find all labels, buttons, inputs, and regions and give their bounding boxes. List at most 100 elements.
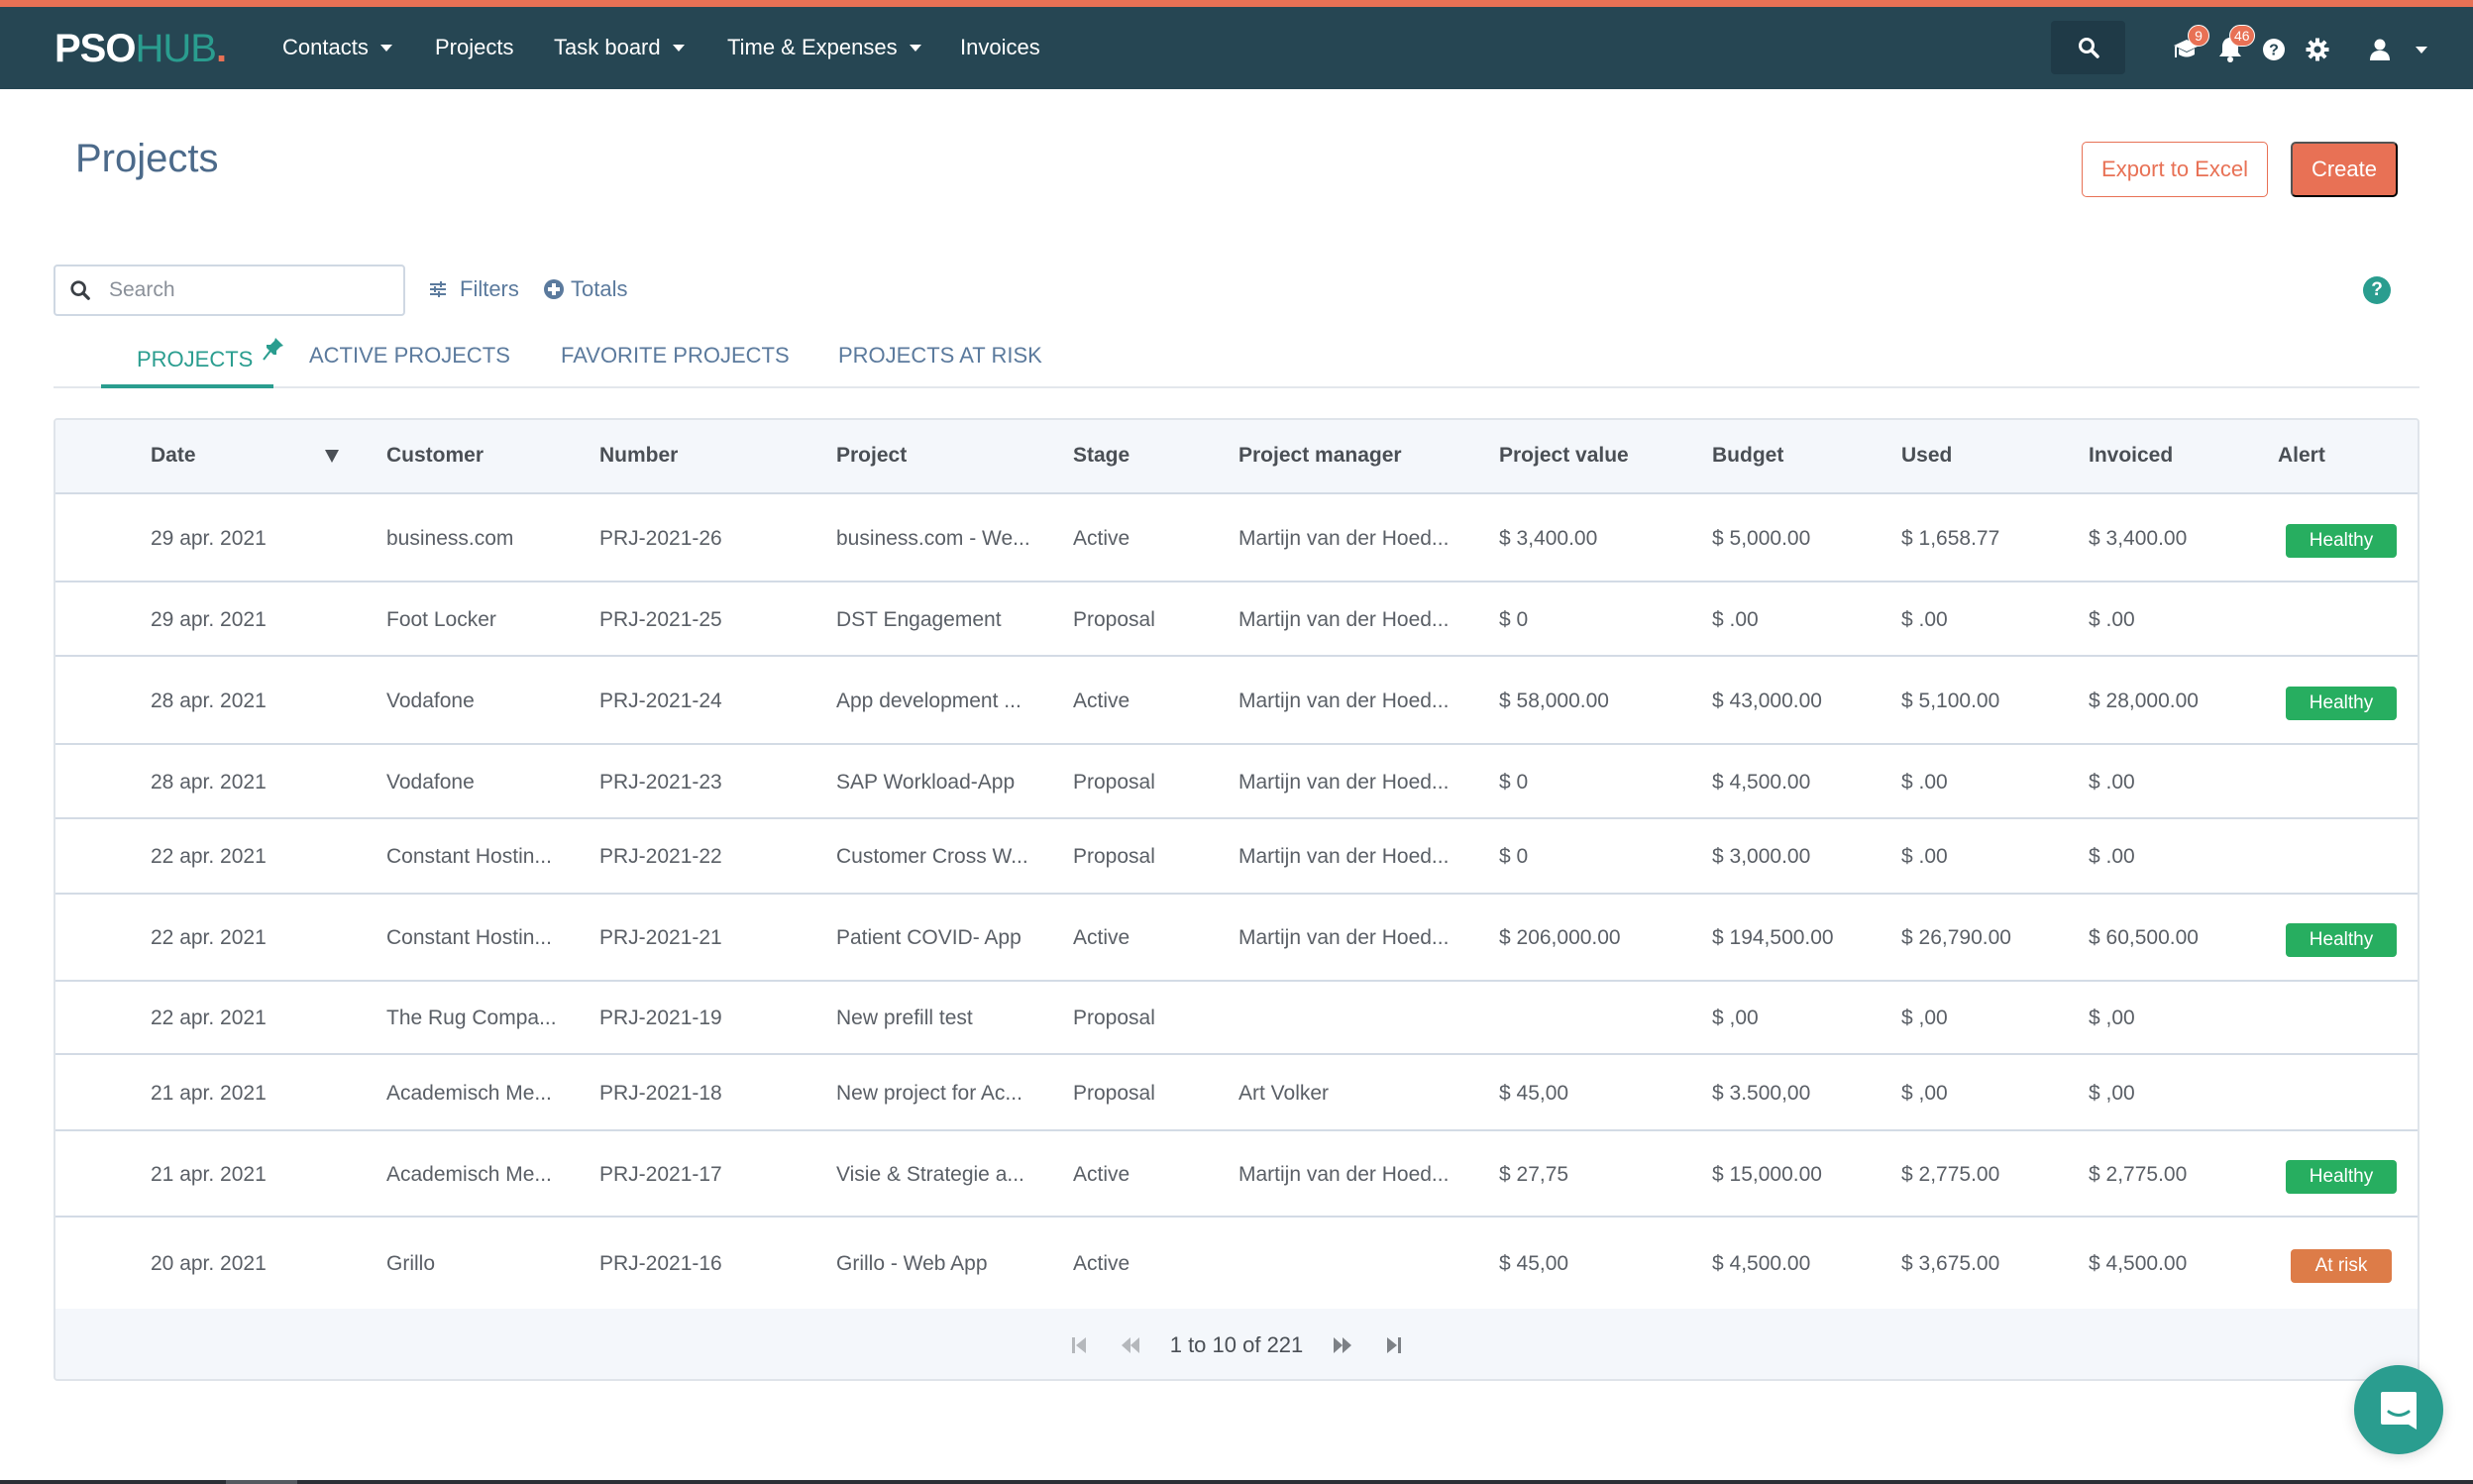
cell-project-value: $ 206,000.00 (1499, 926, 1621, 949)
create-button[interactable]: Create (2291, 142, 2398, 197)
cell-invoiced: $ .00 (2089, 771, 2135, 794)
cell-stage: Proposal (1073, 608, 1155, 631)
cell-date: 21 apr. 2021 (151, 1163, 267, 1186)
cell-project: SAP Workload-App (836, 771, 1016, 794)
next-page-button[interactable] (1331, 1333, 1354, 1357)
table-row[interactable]: 22 apr. 2021 Constant Hostin... PRJ-2021-2… (55, 819, 2418, 895)
col-header-alert[interactable]: Alert (2278, 444, 2325, 468)
cell-project: New prefill test (836, 1007, 973, 1029)
previous-page-button[interactable] (1119, 1333, 1142, 1357)
col-header-number[interactable]: Number (599, 444, 678, 468)
cell-project-value: $ 27,75 (1499, 1163, 1569, 1186)
pagination: 1 to 10 of 221 (55, 1309, 2418, 1379)
cell-stage: Proposal (1073, 845, 1155, 868)
nav-task-board[interactable]: Task board (554, 35, 685, 60)
nav-time-expenses[interactable]: Time & Expenses (727, 35, 921, 60)
cell-customer: Vodafone (386, 771, 475, 794)
cell-date: 28 apr. 2021 (151, 771, 267, 794)
tab-favorite-projects[interactable]: FAVORITE PROJECTS (561, 343, 790, 386)
cell-stage: Active (1073, 1252, 1130, 1275)
chevron-down-icon (2416, 46, 2427, 53)
cell-invoiced: $ .00 (2089, 608, 2135, 631)
tab-projects-label: PROJECTS (137, 347, 254, 371)
col-header-stage[interactable]: Stage (1073, 444, 1129, 468)
academy-button[interactable]: 9 (2172, 25, 2209, 64)
cell-number: PRJ-2021-22 (599, 845, 722, 868)
nav-time-expenses-label: Time & Expenses (727, 35, 898, 59)
user-menu-button[interactable] (2368, 35, 2427, 64)
logo-dot: . (215, 27, 227, 70)
tab-active-projects[interactable]: ACTIVE PROJECTS (309, 343, 510, 386)
search-icon (2078, 38, 2099, 58)
horizontal-scrollbar[interactable] (0, 1480, 2473, 1484)
cell-date: 22 apr. 2021 (151, 845, 267, 868)
cell-project-manager: Martijn van der Hoed... (1238, 608, 1450, 631)
table-row[interactable]: 28 apr. 2021 Vodafone PRJ-2021-23 SAP Workl… (55, 745, 2418, 819)
cell-customer: Academisch Me... (386, 1163, 552, 1186)
col-header-customer[interactable]: Customer (386, 444, 484, 468)
pin-icon[interactable] (263, 337, 284, 361)
table-row[interactable]: 29 apr. 2021 Foot Locker PRJ-2021-25 DST En… (55, 583, 2418, 657)
nav-contacts-label: Contacts (282, 35, 369, 59)
psohub-logo[interactable]: PSOHUB. (54, 27, 227, 70)
table-row[interactable]: 20 apr. 2021 Grillo PRJ-2021-16 Grillo - We… (55, 1218, 2418, 1311)
export-to-excel-button[interactable]: Export to Excel (2082, 142, 2268, 197)
cell-budget: $ 194,500.00 (1712, 926, 1834, 949)
table-row[interactable]: 22 apr. 2021 The Rug Compa... PRJ-2021-19 N… (55, 982, 2418, 1055)
col-header-used[interactable]: Used (1901, 444, 1952, 468)
cell-stage: Active (1073, 527, 1130, 550)
col-header-invoiced[interactable]: Invoiced (2089, 444, 2173, 468)
table-row[interactable]: 21 apr. 2021 Academisch Me... PRJ-2021-17 V… (55, 1131, 2418, 1218)
cell-customer: Foot Locker (386, 608, 496, 631)
col-header-project-value[interactable]: Project value (1499, 444, 1629, 468)
nav-invoices[interactable]: Invoices (960, 35, 1040, 60)
global-search-button[interactable] (2051, 21, 2125, 74)
cell-used: $ 5,100.00 (1901, 689, 2000, 712)
cell-invoiced: $ 4,500.00 (2089, 1252, 2188, 1275)
help-button[interactable]: ? (2259, 35, 2289, 64)
nav-projects[interactable]: Projects (435, 35, 513, 60)
search-input[interactable] (109, 278, 367, 302)
cell-number: PRJ-2021-24 (599, 689, 722, 712)
chevron-down-icon (909, 44, 921, 52)
notifications-button[interactable]: 46 (2215, 25, 2255, 64)
projects-table: Date Customer Number Project Stage Proje… (54, 418, 2419, 1381)
cell-customer: Constant Hostin... (386, 926, 552, 949)
alert-badge-healthy: Healthy (2286, 524, 2397, 558)
pagination-summary: 1 to 10 of 221 (1169, 1331, 1304, 1357)
col-header-project[interactable]: Project (836, 444, 907, 468)
filters-button[interactable]: Filters (428, 276, 519, 302)
search-field[interactable] (54, 265, 405, 316)
cell-stage: Active (1073, 926, 1130, 949)
table-row[interactable]: 28 apr. 2021 Vodafone PRJ-2021-24 App devel… (55, 657, 2418, 745)
col-header-budget[interactable]: Budget (1712, 444, 1783, 468)
first-page-button[interactable] (1067, 1333, 1091, 1357)
horizontal-scrollbar-thumb[interactable] (226, 1480, 297, 1484)
cell-number: PRJ-2021-16 (599, 1252, 722, 1275)
cell-project-value: $ 0 (1499, 771, 1529, 794)
table-row[interactable]: 21 apr. 2021 Academisch Me... PRJ-2021-18 N… (55, 1055, 2418, 1131)
chevron-down-icon (672, 44, 685, 52)
cell-date: 29 apr. 2021 (151, 527, 267, 550)
chat-support-button[interactable] (2354, 1365, 2443, 1454)
table-row[interactable]: 29 apr. 2021 business.com PRJ-2021-26 busin… (55, 494, 2418, 583)
project-view-tabs: PROJECTS ACTIVE PROJECTS FAVORITE PROJEC… (54, 337, 2419, 388)
table-row[interactable]: 22 apr. 2021 Constant Hostin... PRJ-2021-2… (55, 895, 2418, 982)
help-icon[interactable]: ? (2363, 276, 2391, 304)
last-page-button[interactable] (1382, 1333, 1406, 1357)
tab-active-projects-label: ACTIVE PROJECTS (309, 343, 510, 368)
cell-project: Customer Cross W... (836, 845, 1028, 868)
nav-contacts[interactable]: Contacts (282, 35, 392, 60)
totals-button[interactable]: Totals (543, 276, 627, 302)
sort-descending-icon[interactable] (325, 450, 339, 463)
cell-project-manager: Martijn van der Hoed... (1238, 926, 1450, 949)
search-icon (70, 280, 90, 300)
cell-budget: $ 43,000.00 (1712, 689, 1822, 712)
cell-stage: Active (1073, 689, 1130, 712)
tab-projects-at-risk[interactable]: PROJECTS AT RISK (838, 343, 1042, 386)
settings-button[interactable] (2303, 35, 2332, 64)
tab-projects[interactable]: PROJECTS (137, 338, 284, 386)
cell-number: PRJ-2021-21 (599, 926, 722, 949)
col-header-project-manager[interactable]: Project manager (1238, 444, 1402, 468)
col-header-date[interactable]: Date (151, 444, 196, 468)
